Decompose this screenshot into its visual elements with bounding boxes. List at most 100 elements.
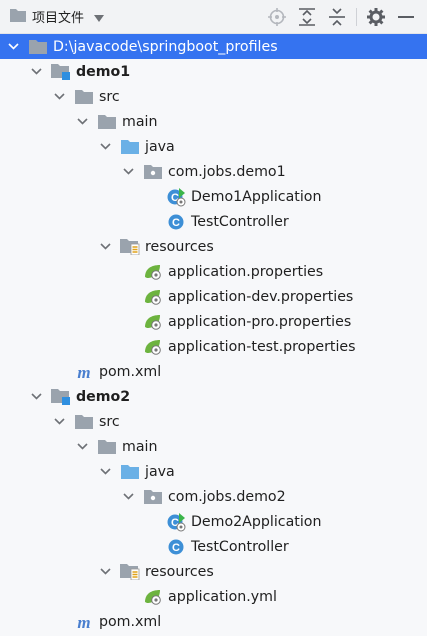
tree-row-label: pom.xml (99, 613, 162, 630)
tree-row-config-file[interactable]: application-test.properties (0, 334, 427, 359)
maven-icon: m (74, 362, 94, 382)
tree-row-config-file[interactable]: application-dev.properties (0, 284, 427, 309)
tree-row-config-file[interactable]: application-pro.properties (0, 309, 427, 334)
tree-row-folder[interactable]: main (0, 109, 427, 134)
svg-text:m: m (77, 613, 90, 631)
tree-row-label: src (99, 88, 120, 105)
chevron-down-icon[interactable] (52, 415, 66, 429)
tree-row-source-folder[interactable]: java (0, 134, 427, 159)
spring-config-icon (143, 587, 163, 607)
tree-row-label: application-pro.properties (168, 313, 352, 330)
tree-row-label: demo2 (76, 388, 131, 405)
chevron-down-icon[interactable] (52, 90, 66, 104)
project-toolbar: 项目文件 (0, 0, 427, 34)
tree-row-label: com.jobs.demo1 (168, 163, 286, 180)
module-folder-icon (51, 387, 71, 407)
gear-icon[interactable] (361, 0, 391, 33)
tree-row-label: src (99, 413, 120, 430)
package-icon (143, 487, 163, 507)
tree-row-label: resources (145, 563, 214, 580)
tree-row-source-folder[interactable]: java (0, 459, 427, 484)
tree-row-config-file[interactable]: application.yml (0, 584, 427, 609)
chevron-down-icon[interactable] (75, 440, 89, 454)
tree-row-label: Demo2Application (191, 513, 322, 530)
svg-text:m: m (77, 363, 90, 381)
tree-row-module[interactable]: demo2 (0, 384, 427, 409)
tree-row-pom-file[interactable]: m pom.xml (0, 359, 427, 384)
locate-icon[interactable] (262, 0, 292, 33)
chevron-down-icon[interactable] (98, 240, 112, 254)
tree-row-label: resources (145, 238, 214, 255)
tree-row-class[interactable]: C Demo1Application (0, 184, 427, 209)
tree-row-class[interactable]: C Demo2Application (0, 509, 427, 534)
expand-all-icon[interactable] (292, 0, 322, 33)
chevron-down-icon[interactable] (75, 115, 89, 129)
tree-row-label: TestController (191, 213, 289, 230)
tree-row-label: java (145, 463, 175, 480)
chevron-down-icon[interactable] (6, 40, 20, 54)
folder-icon (74, 87, 94, 107)
chevron-down-icon[interactable] (98, 140, 112, 154)
chevron-down-icon[interactable] (98, 565, 112, 579)
resources-folder-icon (120, 562, 140, 582)
svg-text:C: C (172, 217, 180, 229)
chevron-down-icon[interactable] (121, 490, 135, 504)
tree-row-package[interactable]: com.jobs.demo2 (0, 484, 427, 509)
tree-row-folder[interactable]: src (0, 84, 427, 109)
folder-icon (10, 7, 26, 26)
tree-row-label: main (122, 438, 158, 455)
source-folder-icon (120, 137, 140, 157)
tree-row-folder[interactable]: main (0, 434, 427, 459)
tree-row-label: TestController (191, 538, 289, 555)
tree-row-resources-folder[interactable]: resources (0, 559, 427, 584)
tree-row-folder[interactable]: src (0, 409, 427, 434)
chevron-down-icon[interactable] (121, 165, 135, 179)
tree-row-label: com.jobs.demo2 (168, 488, 286, 505)
package-icon (143, 162, 163, 182)
minimize-icon[interactable] (391, 0, 421, 33)
tree-row-label: application-test.properties (168, 338, 356, 355)
folder-icon (97, 437, 117, 457)
view-selector[interactable]: 项目文件 (10, 0, 105, 33)
svg-text:C: C (172, 542, 180, 554)
view-title[interactable]: 项目文件 (32, 7, 84, 26)
tree-row-label: application-dev.properties (168, 288, 354, 305)
source-folder-icon (120, 462, 140, 482)
module-folder-icon (51, 62, 71, 82)
spring-config-icon (143, 287, 163, 307)
tree-row-class[interactable]: C TestController (0, 209, 427, 234)
chevron-down-icon[interactable] (29, 65, 43, 79)
spring-config-icon (143, 312, 163, 332)
spring-boot-class-icon: C (166, 187, 186, 207)
collapse-all-icon[interactable] (322, 0, 352, 33)
resources-folder-icon (120, 237, 140, 257)
tree-row-config-file[interactable]: application.properties (0, 259, 427, 284)
tree-row-resources-folder[interactable]: resources (0, 234, 427, 259)
spring-boot-class-icon: C (166, 512, 186, 532)
maven-icon: m (74, 612, 94, 632)
project-tree: D:\javacode\springboot_profiles demo1 sr… (0, 34, 427, 636)
tree-row-class[interactable]: C TestController (0, 534, 427, 559)
tree-row-label: demo1 (76, 63, 131, 80)
tree-row-pom-file[interactable]: m pom.xml (0, 609, 427, 634)
chevron-down-icon[interactable] (29, 390, 43, 404)
tree-row-package[interactable]: com.jobs.demo1 (0, 159, 427, 184)
tree-row-label: application.yml (168, 588, 277, 605)
spring-config-icon (143, 337, 163, 357)
chevron-down-icon[interactable] (94, 7, 105, 26)
tree-row-project-root[interactable]: D:\javacode\springboot_profiles (0, 34, 427, 59)
tree-row-module[interactable]: demo1 (0, 59, 427, 84)
chevron-down-icon[interactable] (98, 465, 112, 479)
folder-icon (28, 37, 48, 57)
